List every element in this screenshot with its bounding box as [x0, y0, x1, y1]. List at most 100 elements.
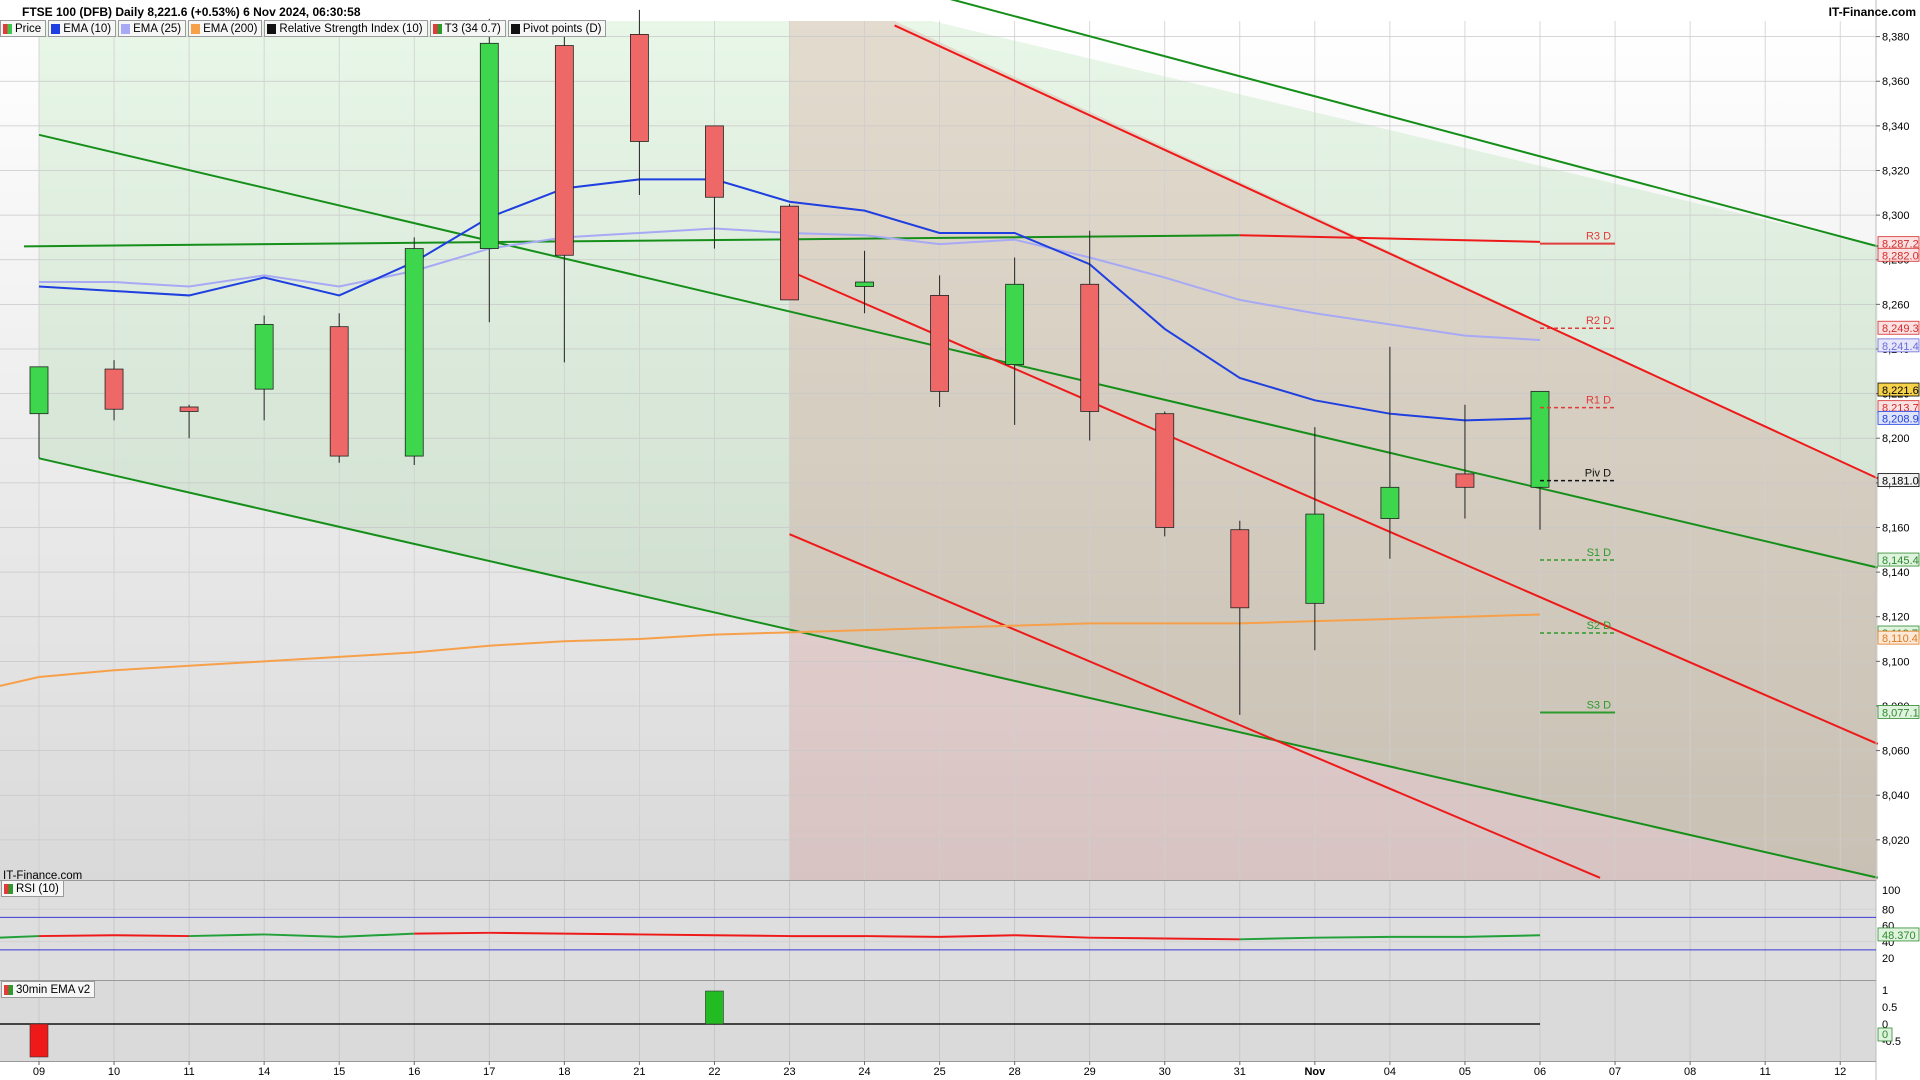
legend-item[interactable]: Relative Strength Index (10): [264, 20, 428, 37]
candle-body: [1305, 513, 1325, 604]
ema-label-text: 30min EMA v2: [16, 983, 91, 996]
candle-body: [1080, 283, 1100, 412]
y-tick-label: 8,060: [1882, 746, 1910, 758]
pivot-label: S2 D: [1587, 620, 1612, 632]
candle-body: [479, 42, 499, 249]
price-tag-text: 8,077.1: [1882, 707, 1919, 719]
pivot-label: R3 D: [1586, 231, 1611, 243]
ema-panel-background: [0, 981, 1876, 1061]
legend-swatch: [51, 23, 61, 34]
candle-body: [630, 33, 649, 142]
pivot-label: S3 D: [1587, 699, 1612, 711]
x-tick-label: 11: [1759, 1066, 1770, 1078]
legend-swatch: [121, 23, 131, 34]
legend-item[interactable]: Pivot points (D): [507, 20, 607, 37]
candle-body: [1530, 390, 1550, 488]
ema-legend-swatch: [4, 984, 13, 995]
candle-body: [1155, 413, 1175, 528]
ema-panel-label[interactable]: 30min EMA v2: [1, 981, 96, 998]
y-tick-label: 8,040: [1882, 790, 1910, 802]
price-tag-text: 8,208.9: [1882, 413, 1919, 425]
y-tick-label: 8,320: [1882, 165, 1910, 177]
x-tick-label: 14: [258, 1066, 270, 1078]
price-tag: 8,181.0: [1877, 473, 1920, 488]
x-tick-label: 25: [933, 1066, 945, 1078]
legend-label: Relative Strength Index (10): [279, 22, 423, 35]
x-tick-label: 18: [558, 1066, 570, 1078]
x-tick-label: 22: [708, 1066, 720, 1078]
rsi-panel-label[interactable]: RSI (10): [1, 880, 64, 897]
legend-item[interactable]: EMA (200): [188, 20, 263, 37]
candle-body: [1005, 283, 1025, 365]
rsi-line-segment: [1089, 936, 1165, 940]
price-tag-text: 8,282.0: [1882, 250, 1919, 262]
y-tick-label: 8,300: [1882, 210, 1910, 222]
y-tick-label: 8,160: [1882, 522, 1910, 534]
y-tick-label: 8,100: [1882, 656, 1910, 668]
price-tag-text: 8,110.4: [1882, 633, 1918, 645]
chart-header: FTSE 100 (DFB) Daily 8,221.6 (+0.53%) 6 …: [0, 0, 1920, 22]
candle-body: [1230, 529, 1250, 609]
price-tag-text: 8,145.4: [1882, 555, 1919, 567]
rsi-line-segment: [489, 931, 565, 935]
legend-item[interactable]: EMA (10): [48, 20, 117, 37]
x-tick-label: 28: [1009, 1066, 1021, 1078]
legend-label: EMA (25): [133, 22, 182, 35]
rsi-line-segment: [864, 935, 940, 938]
price-tag: 8,208.9: [1877, 410, 1920, 425]
price-tag: 8,282.0: [1877, 247, 1920, 262]
rsi-tick-label: 20: [1882, 953, 1894, 965]
y-tick-label: 8,260: [1882, 299, 1910, 311]
x-tick-label: Nov: [1304, 1066, 1326, 1078]
x-tick-label: 09: [33, 1066, 45, 1078]
chart-title: FTSE 100 (DFB) Daily 8,221.6 (+0.53%) 6 …: [22, 5, 361, 19]
legend-swatch: [191, 23, 201, 34]
legend-item[interactable]: Price: [0, 20, 47, 37]
rsi-value-tag: 48.370: [1882, 930, 1916, 942]
price-chart[interactable]: R3 D R2 D R1 D Piv D S1 D S2 D S3 D 8,020 8,040 8…: [0, 0, 1920, 1080]
watermark: IT-Finance.com: [3, 870, 83, 882]
candle-body: [780, 205, 799, 301]
brand-label: IT-Finance.com: [1828, 5, 1916, 19]
x-tick-label: 04: [1384, 1066, 1396, 1078]
legend-label: EMA (200): [203, 22, 258, 35]
rsi-line-segment: [1164, 937, 1240, 941]
rsi-line-segment: [38, 934, 115, 938]
legend-label: Pivot points (D): [522, 22, 602, 35]
legend-item[interactable]: T3 (34 0.7): [429, 20, 506, 37]
rsi-tick-label: 100: [1882, 885, 1900, 897]
price-tag: 8,241.4: [1877, 338, 1920, 353]
price-tag-text: 8,181.0: [1882, 476, 1919, 488]
candle-body: [705, 125, 724, 198]
legend-swatch: [432, 23, 442, 34]
pivot-label: S1 D: [1587, 547, 1612, 559]
rsi-line-segment: [714, 934, 790, 938]
rsi-legend-swatch: [4, 883, 13, 894]
candle-body: [179, 406, 199, 412]
legend-item[interactable]: EMA (25): [118, 20, 187, 37]
legend-label: EMA (10): [63, 22, 112, 35]
ema-tick-label: 1: [1882, 985, 1888, 997]
candle-body: [254, 324, 274, 390]
ema-tick-label: 0.5: [1882, 1002, 1897, 1014]
x-tick-label: 30: [1159, 1066, 1171, 1078]
y-tick-label: 8,200: [1882, 433, 1910, 445]
candle-body: [554, 45, 574, 256]
price-tag-text: 8,221.6: [1882, 385, 1919, 397]
x-tick-label: 21: [633, 1066, 645, 1078]
legend-label: Price: [15, 22, 42, 35]
price-tag-text: 8,249.3: [1882, 323, 1919, 335]
legend-swatch: [267, 23, 277, 34]
x-tick-label: 10: [108, 1066, 120, 1078]
candle-body: [104, 368, 124, 410]
rsi-line-segment: [414, 931, 490, 935]
x-tick-label: 29: [1084, 1066, 1096, 1078]
pivot-label: R1 D: [1586, 395, 1611, 407]
y-tick-label: 8,340: [1882, 121, 1910, 133]
price-tag: 8,077.1: [1877, 705, 1920, 719]
rsi-line-segment: [1314, 935, 1390, 939]
x-tick-label: 15: [333, 1066, 345, 1078]
indicator-legend: Price EMA (10) EMA (25) EMA (200) Relative S…: [0, 20, 608, 37]
y-tick-label: 8,360: [1882, 76, 1910, 88]
candle-body: [1380, 486, 1400, 519]
